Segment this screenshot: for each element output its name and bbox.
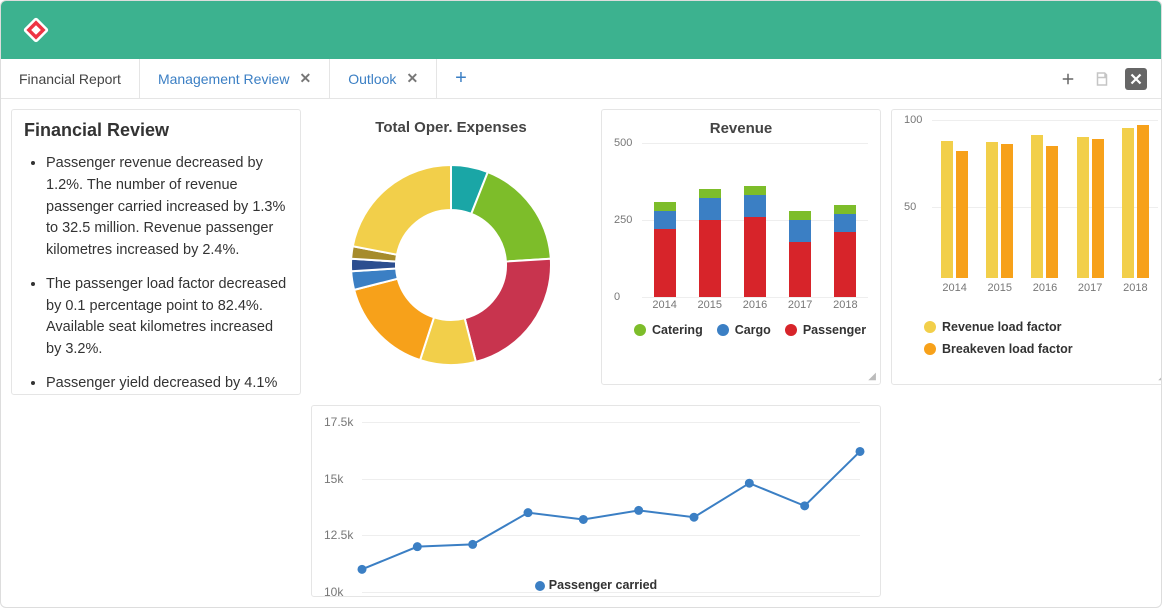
close-icon — [1127, 70, 1145, 88]
tab-bar: Financial Report Management Review✕ Outl… — [1, 59, 1161, 99]
review-bullet: Passenger revenue decreased by 1.2%. The… — [46, 153, 288, 262]
chart-title: Total Oper. Expenses — [323, 119, 579, 136]
legend-item[interactable]: Revenue load factor — [924, 320, 1061, 334]
chart-caption: Passenger carried — [312, 578, 880, 592]
tab-financial-report[interactable]: Financial Report — [1, 59, 140, 98]
resize-handle[interactable] — [1158, 370, 1161, 382]
close-icon[interactable]: ✕ — [406, 70, 418, 87]
legend-item[interactable]: Cargo — [717, 323, 771, 337]
review-bullet: Passenger yield decreased by 4.1% to 51.… — [46, 373, 288, 395]
passenger-line-panel: 10k12.5k15k17.5k1H142H141H152H151H162H16… — [311, 405, 881, 597]
tab-outlook[interactable]: Outlook✕ — [330, 59, 437, 98]
chart-title: Revenue — [614, 120, 868, 137]
panel-title: Financial Review — [24, 120, 288, 141]
resize-handle[interactable] — [868, 370, 876, 382]
app-logo[interactable] — [19, 13, 53, 47]
series-color-swatch — [924, 343, 936, 355]
legend-item[interactable]: Breakeven load factor — [924, 342, 1073, 356]
series-color-swatch — [924, 321, 936, 333]
diamond-icon — [19, 13, 53, 47]
close-icon[interactable]: ✕ — [299, 70, 311, 87]
plus-icon — [1059, 70, 1077, 88]
dashboard: Financial Review Passenger revenue decre… — [1, 99, 1161, 607]
financial-review-panel: Financial Review Passenger revenue decre… — [11, 109, 301, 395]
save-button — [1091, 68, 1113, 90]
series-color-swatch — [535, 581, 545, 591]
series-color-swatch — [634, 324, 646, 336]
load-factor-chart-panel: 5010020142015201620172018 Revenue load f… — [891, 109, 1161, 385]
series-color-swatch — [717, 324, 729, 336]
expenses-donut-panel: Total Oper. Expenses Inflight serviceLan… — [311, 109, 591, 395]
close-button[interactable] — [1125, 68, 1147, 90]
save-icon — [1093, 70, 1111, 88]
review-bullet: The passenger load factor decreased by 0… — [46, 274, 288, 361]
add-tab-button[interactable]: + — [437, 59, 485, 98]
legend-item[interactable]: Inflight service — [333, 394, 579, 395]
legend-item[interactable]: Passenger — [785, 323, 866, 337]
app-header: Projects: Dolphin Project▾ / Financial R… — [1, 1, 1161, 59]
legend-item[interactable]: Catering — [634, 323, 703, 337]
series-color-swatch — [785, 324, 797, 336]
add-widget-button[interactable] — [1057, 68, 1079, 90]
revenue-chart-panel: Revenue 025050020142015201620172018 Cate… — [601, 109, 881, 385]
tab-management-review[interactable]: Management Review✕ — [140, 59, 330, 98]
